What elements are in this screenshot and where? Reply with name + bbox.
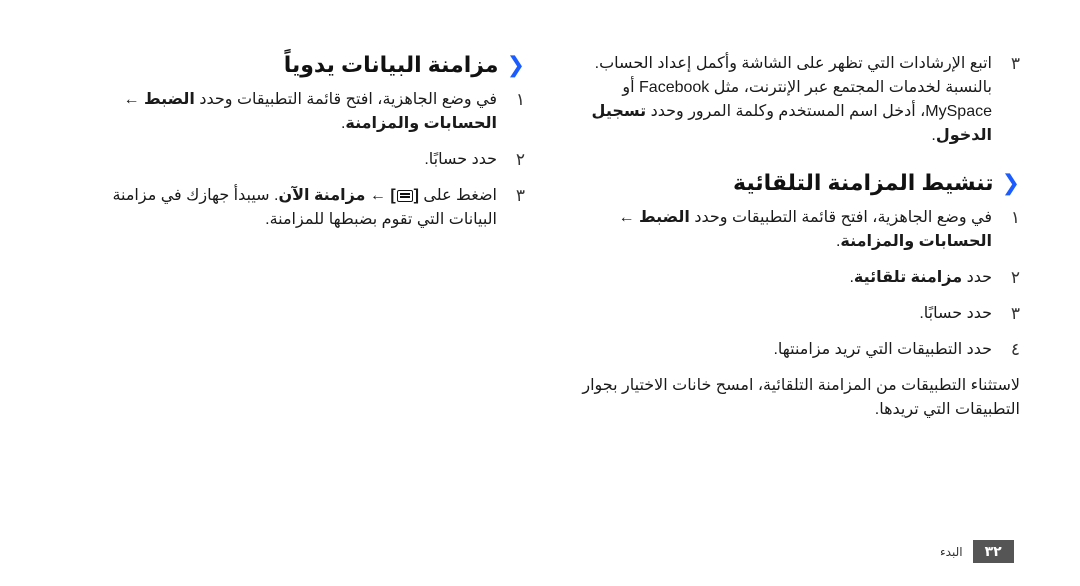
section-title: مزامنة البيانات يدوياً bbox=[283, 52, 499, 77]
step-number: ٣ bbox=[1010, 304, 1020, 323]
step-text: في وضع الجاهزية، افتح قائمة التطبيقات وح… bbox=[123, 91, 497, 132]
section-heading-auto-sync: ❮ تنشيط المزامنة التلقائية bbox=[575, 170, 1020, 196]
step-number: ٣ bbox=[1010, 54, 1020, 73]
step-text: اتبع الإرشادات التي تظهر على الشاشة وأكم… bbox=[591, 55, 992, 144]
page-number: ٣٢ bbox=[972, 540, 1014, 563]
auto-sync-step: ١ في وضع الجاهزية، افتح قائمة التطبيقات … bbox=[575, 206, 1020, 254]
chapter-label: البدء bbox=[940, 544, 963, 559]
auto-sync-step: ٣ حدد حسابًا. bbox=[575, 302, 1020, 326]
left-column: ❮ مزامنة البيانات يدوياً ١ في وضع الجاهز… bbox=[105, 52, 525, 244]
step-text: اضغط على [] ← مزامنة الآن. سيبدأ جهازك ف… bbox=[105, 184, 497, 232]
note-paragraph: لاستثناء التطبيقات من المزامنة التلقائية… bbox=[582, 377, 1020, 418]
step-text: حدد حسابًا. bbox=[919, 305, 992, 322]
step-number: ٢ bbox=[1010, 268, 1020, 287]
step-text: في وضع الجاهزية، افتح قائمة التطبيقات وح… bbox=[618, 209, 992, 250]
step-text: حدد حسابًا. bbox=[424, 151, 497, 168]
menu-key-icon: [] bbox=[390, 187, 419, 204]
section-title: تنشيط المزامنة التلقائية bbox=[733, 170, 994, 195]
page-footer: البدء ٣٢ bbox=[940, 540, 1014, 563]
right-column: ٣ اتبع الإرشادات التي تظهر على الشاشة وأ… bbox=[575, 52, 1020, 422]
account-setup-step: ٣ اتبع الإرشادات التي تظهر على الشاشة وأ… bbox=[575, 52, 1020, 148]
section-heading-manual-sync: ❮ مزامنة البيانات يدوياً bbox=[105, 52, 525, 78]
step-text: حدد التطبيقات التي تريد مزامنتها. bbox=[773, 341, 992, 358]
step-number: ٤ bbox=[1010, 340, 1020, 359]
auto-sync-step: ٢ حدد مزامنة تلقائية. bbox=[575, 266, 1020, 290]
chevron-icon: ❮ bbox=[1001, 170, 1020, 195]
auto-sync-step: ٤ حدد التطبيقات التي تريد مزامنتها. bbox=[575, 338, 1020, 362]
manual-sync-step: ١ في وضع الجاهزية، افتح قائمة التطبيقات … bbox=[105, 88, 525, 136]
step-text: حدد مزامنة تلقائية. bbox=[849, 269, 992, 286]
step-number: ١ bbox=[1010, 208, 1020, 227]
step-number: ٢ bbox=[515, 150, 525, 169]
manual-sync-step: ٣ اضغط على [] ← مزامنة الآن. سيبدأ جهازك… bbox=[105, 184, 525, 232]
chevron-icon: ❮ bbox=[506, 52, 525, 77]
manual-sync-step: ٢ حدد حسابًا. bbox=[105, 148, 525, 172]
step-number: ٣ bbox=[515, 186, 525, 205]
step-number: ١ bbox=[515, 90, 525, 109]
